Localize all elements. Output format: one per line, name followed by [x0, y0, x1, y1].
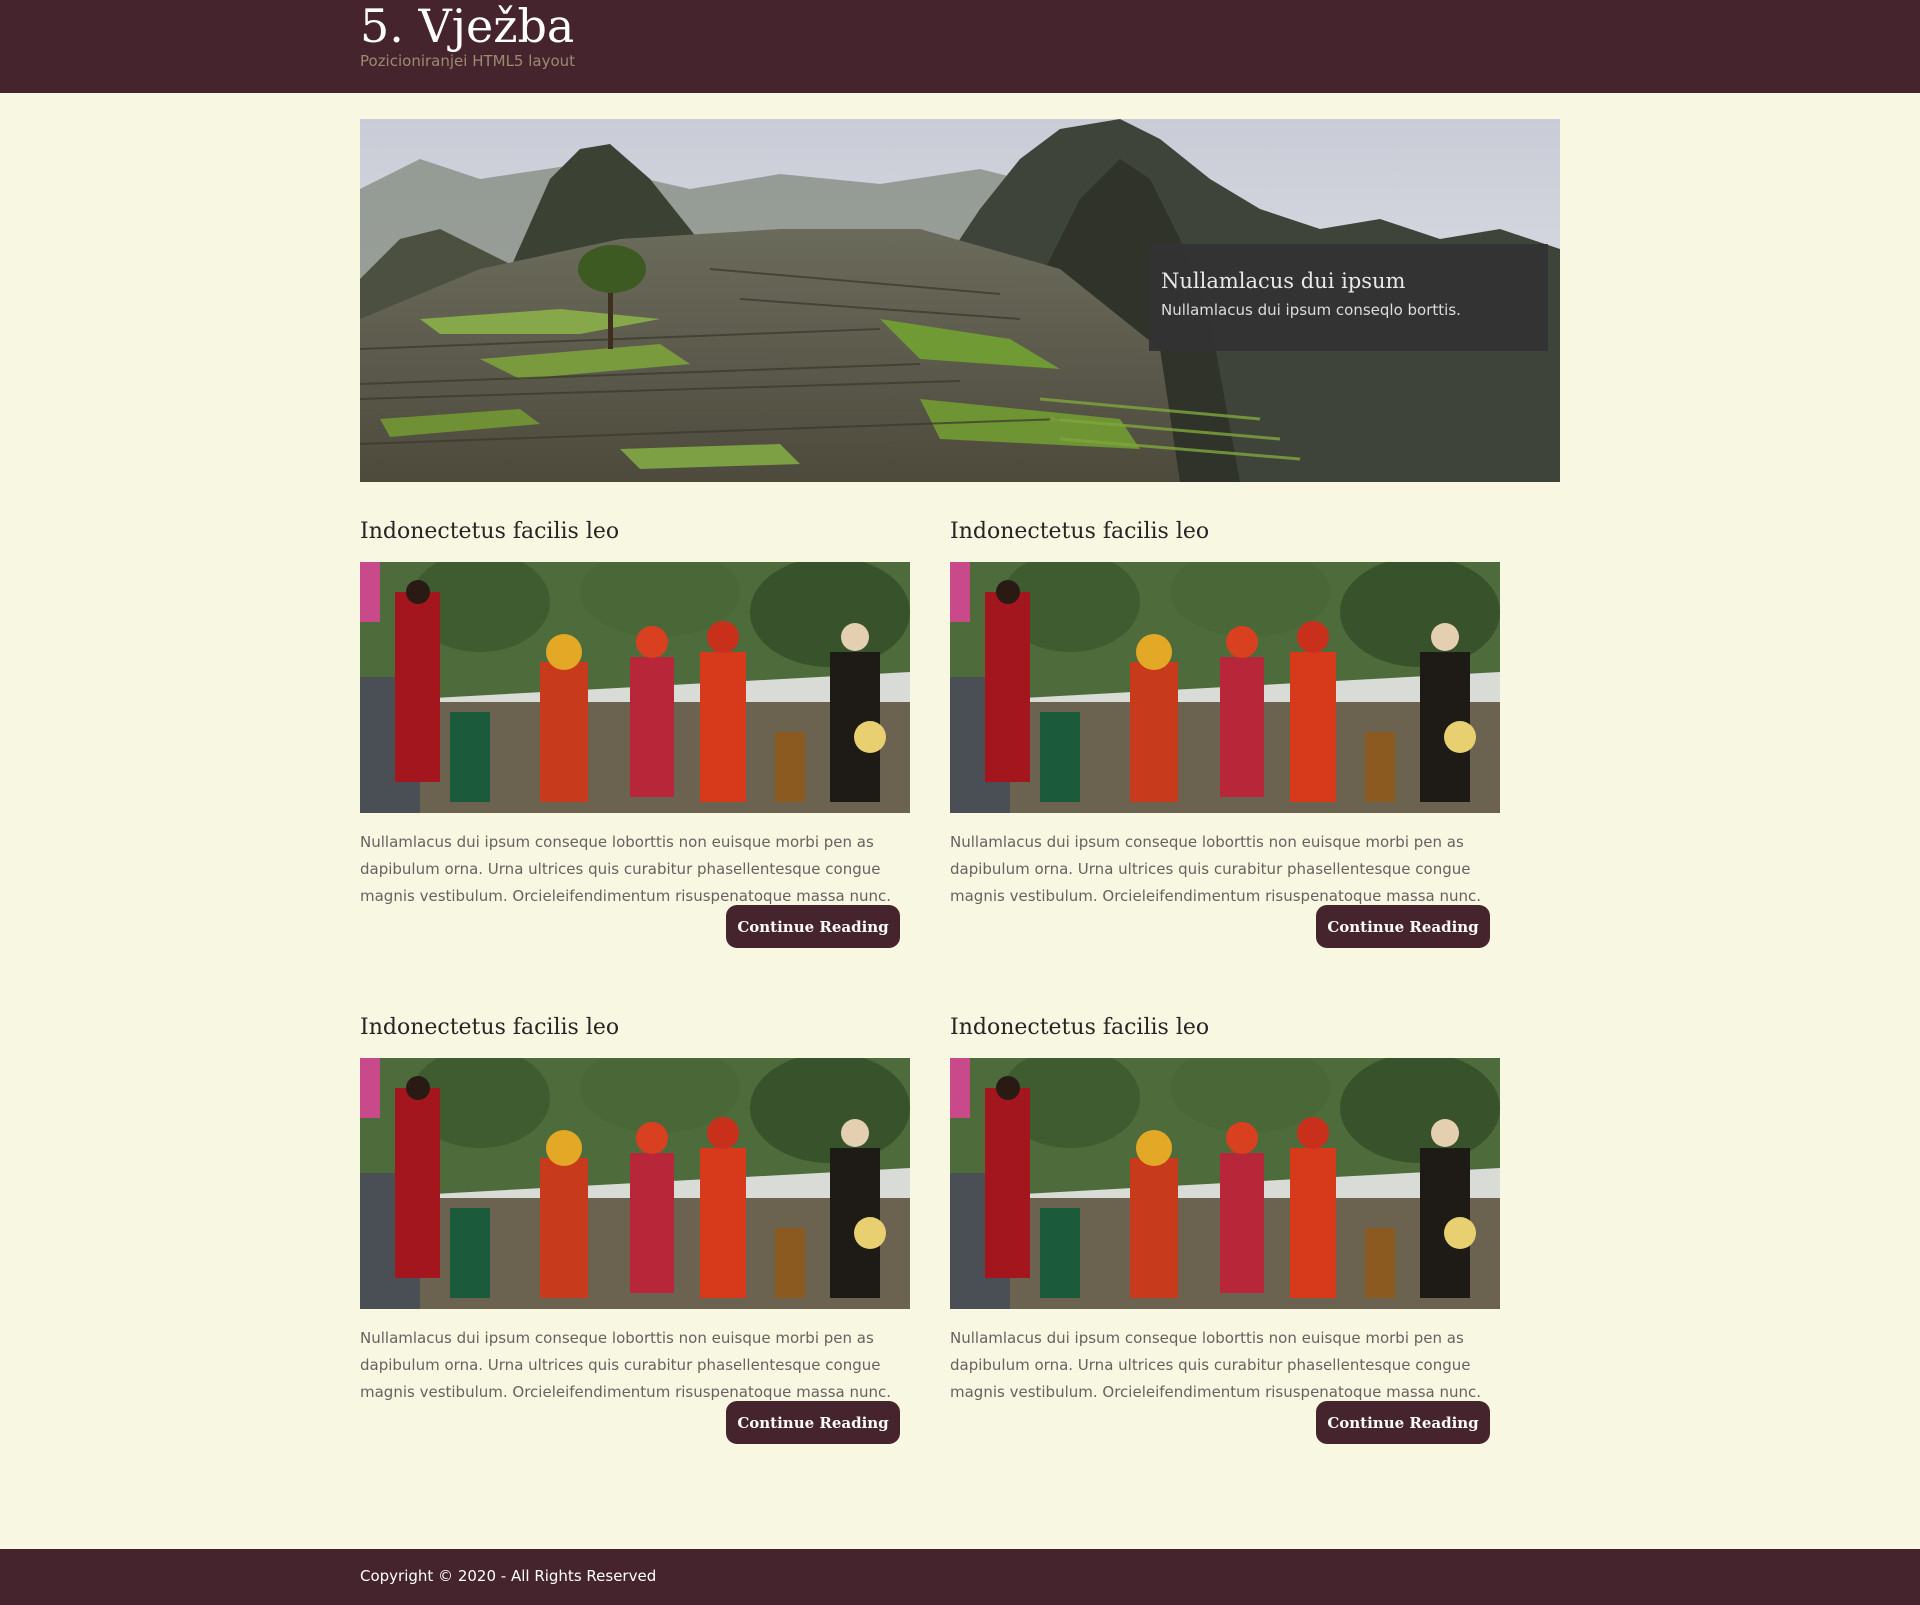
article-text: Nullamlacus dui ipsum conseque loborttis…	[950, 833, 1482, 905]
article-text: Nullamlacus dui ipsum conseque loborttis…	[360, 833, 892, 905]
article-card: Indonectetus facilis leo Nullamlacus dui…	[360, 518, 910, 948]
article-card: Indonectetus facilis leo Nullamlacus dui…	[360, 1014, 910, 1444]
hero-caption-title: Nullamlacus dui ipsum	[1161, 269, 1406, 293]
continue-reading-button[interactable]: Continue Reading	[1316, 905, 1490, 948]
article-image	[950, 562, 1500, 813]
article-title: Indonectetus facilis leo	[360, 519, 620, 544]
article-card: Indonectetus facilis leo Nullamlacus dui…	[950, 518, 1500, 948]
continue-reading-button[interactable]: Continue Reading	[1316, 1401, 1490, 1444]
footer-copyright: Copyright © 2020 - All Rights Reserved	[360, 1567, 657, 1585]
site-footer: Copyright © 2020 - All Rights Reserved	[0, 1549, 1920, 1605]
article-image	[360, 1058, 910, 1309]
continue-reading-button[interactable]: Continue Reading	[726, 1401, 900, 1444]
article-title: Indonectetus facilis leo	[950, 519, 1210, 544]
dancers-image	[360, 562, 910, 813]
article-image	[950, 1058, 1500, 1309]
hero-caption-text: Nullamlacus dui ipsum conseqlo borttis.	[1161, 301, 1461, 319]
article-text: Nullamlacus dui ipsum conseque loborttis…	[950, 1329, 1482, 1401]
hero-banner: Nullamlacus dui ipsum Nullamlacus dui ip…	[360, 119, 1560, 482]
article-title: Indonectetus facilis leo	[360, 1015, 620, 1040]
continue-reading-button[interactable]: Continue Reading	[726, 905, 900, 948]
article-card: Indonectetus facilis leo Nullamlacus dui…	[950, 1014, 1500, 1444]
article-image	[360, 562, 910, 813]
dancers-image	[950, 562, 1500, 813]
article-text: Nullamlacus dui ipsum conseque loborttis…	[360, 1329, 892, 1401]
dancers-image	[360, 1058, 910, 1309]
site-title: 5. Vježba	[360, 0, 575, 53]
site-subtitle: Pozicioniranjei HTML5 layout	[360, 52, 576, 70]
article-title: Indonectetus facilis leo	[950, 1015, 1210, 1040]
dancers-image	[950, 1058, 1500, 1309]
hero-caption: Nullamlacus dui ipsum Nullamlacus dui ip…	[1149, 244, 1548, 351]
site-header: 5. Vježba Pozicioniranjei HTML5 layout	[0, 0, 1920, 93]
